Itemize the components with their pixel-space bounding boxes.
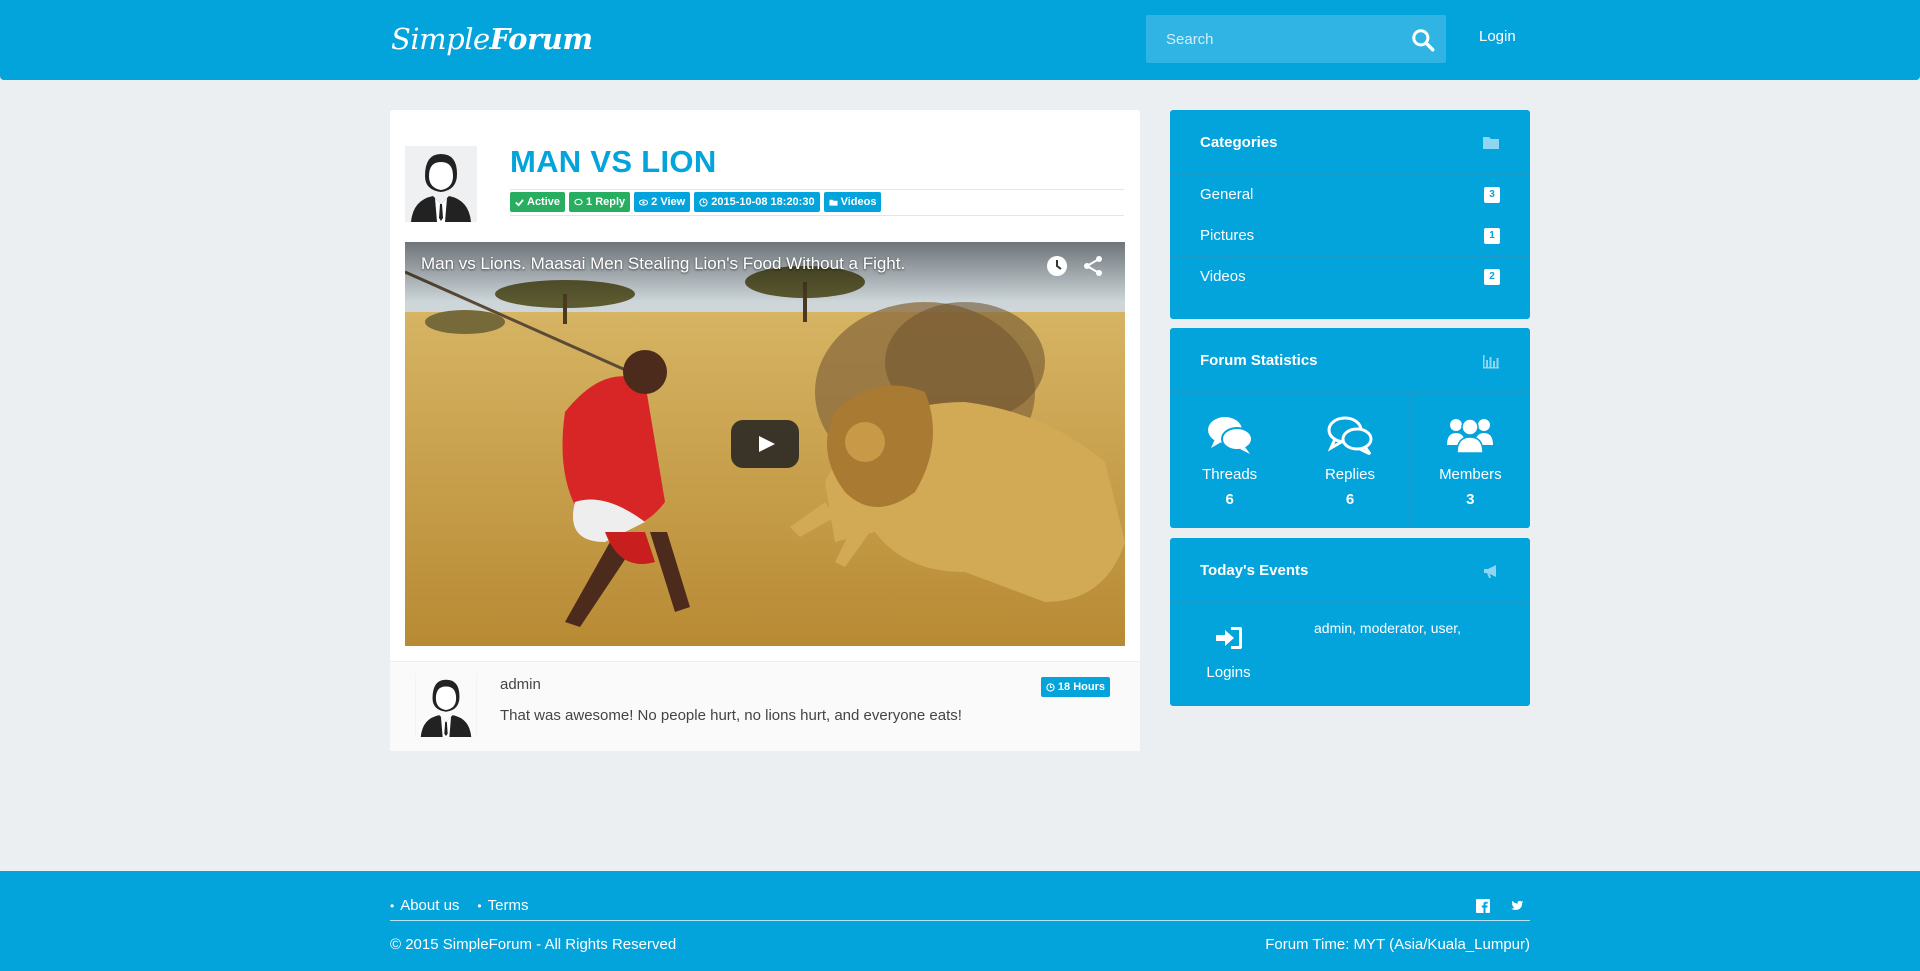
stat-label: Members: [1439, 466, 1502, 483]
reply-item: admin 18 Hours That was awesome! No peop…: [390, 661, 1140, 751]
video-title[interactable]: Man vs Lions. Maasai Men Stealing Lion's…: [421, 254, 905, 274]
stat-members: Members 3: [1411, 393, 1530, 526]
thread-card: MAN VS LION Active 1 Reply 2 View 2015-1…: [390, 110, 1140, 751]
footer: About us Terms © 2015 SimpleForum - All …: [0, 871, 1920, 971]
footer-link-about[interactable]: About us: [390, 897, 459, 914]
search-input[interactable]: [1146, 15, 1396, 63]
category-badge[interactable]: Videos: [823, 192, 882, 212]
thread-title: MAN VS LION: [510, 144, 717, 179]
clock-icon: [699, 197, 708, 207]
forum-time: Forum Time: MYT (Asia/Kuala_Lumpur): [1265, 936, 1530, 953]
search-icon[interactable]: [1410, 27, 1436, 53]
category-item-pictures[interactable]: Pictures 1: [1170, 216, 1530, 257]
category-count: 2: [1484, 269, 1500, 285]
status-badge: Active: [510, 192, 566, 212]
category-label: Videos: [1200, 268, 1246, 285]
stat-replies: Replies 6: [1290, 393, 1411, 526]
eye-icon: [639, 198, 649, 206]
clock-icon: [1046, 682, 1055, 692]
login-link[interactable]: Login: [1479, 28, 1516, 45]
statistics-panel: Forum Statistics Threads 6 Replies 6 Mem…: [1170, 328, 1530, 528]
events-title: Today's Events: [1200, 562, 1309, 579]
reply-avatar: [415, 673, 477, 737]
footer-divider: [390, 920, 1530, 921]
brand-logo[interactable]: SimpleForum: [391, 18, 593, 59]
stat-label: Threads: [1202, 466, 1258, 483]
meta-divider-bottom: [510, 215, 1124, 216]
comments-icon: [574, 198, 583, 205]
category-label: Pictures: [1200, 227, 1255, 244]
stat-value: 6: [1225, 491, 1234, 508]
stat-value: 3: [1466, 491, 1475, 508]
category-item-videos[interactable]: Videos 2: [1170, 257, 1530, 298]
comments-outline-icon: [1327, 416, 1373, 456]
folder-icon: [1483, 137, 1499, 149]
navbar: SimpleForum Login: [0, 0, 1920, 80]
video-player[interactable]: Man vs Lions. Maasai Men Stealing Lion's…: [405, 242, 1125, 646]
watch-later-icon[interactable]: [1045, 254, 1069, 278]
stat-value: 6: [1345, 491, 1355, 508]
meta-divider: [510, 189, 1124, 190]
category-count: 3: [1484, 187, 1500, 203]
users-icon: [1447, 418, 1494, 454]
thread-badges: Active 1 Reply 2 View 2015-10-08 18:20:3…: [510, 192, 882, 212]
categories-panel: Categories General 3 Pictures 1 Videos 2: [1170, 110, 1530, 319]
reply-author[interactable]: admin: [500, 676, 541, 693]
check-icon: [515, 198, 524, 207]
twitter-icon[interactable]: [1510, 899, 1524, 913]
social-links: [1476, 899, 1524, 913]
events-panel: Today's Events Logins admin, moderator, …: [1170, 538, 1530, 706]
replies-badge: 1 Reply: [569, 192, 631, 212]
categories-title: Categories: [1200, 134, 1278, 151]
category-item-general[interactable]: General 3: [1170, 175, 1530, 216]
footer-links: About us Terms: [390, 897, 528, 914]
logins-column: Logins: [1170, 603, 1288, 705]
events-body: Logins admin, moderator, user,: [1170, 603, 1530, 705]
search-box: [1146, 15, 1446, 63]
footer-link-terms[interactable]: Terms: [477, 897, 529, 914]
bar-chart-icon: [1483, 355, 1499, 369]
author-avatar: [405, 146, 477, 222]
bullhorn-icon: [1484, 565, 1496, 578]
logged-in-users: admin, moderator, user,: [1314, 620, 1462, 636]
play-icon: [759, 436, 775, 452]
comments-icon: [1207, 417, 1253, 454]
stat-label: Replies: [1324, 466, 1375, 483]
date-badge: 2015-10-08 18:20:30: [694, 192, 820, 212]
statistics-header: Forum Statistics: [1170, 328, 1530, 393]
categories-header: Categories: [1170, 110, 1530, 175]
statistics-title: Forum Statistics: [1200, 352, 1318, 369]
sign-in-icon: [1215, 627, 1242, 649]
facebook-icon[interactable]: [1476, 899, 1490, 913]
category-label: General: [1200, 186, 1254, 203]
statistics-body: Threads 6 Replies 6 Members 3: [1170, 393, 1530, 526]
views-badge: 2 View: [634, 192, 691, 212]
stat-threads: Threads 6: [1170, 393, 1291, 526]
share-icon[interactable]: [1081, 254, 1105, 278]
play-button[interactable]: [731, 420, 799, 468]
copyright-text: © 2015 SimpleForum - All Rights Reserved: [390, 936, 677, 953]
reply-time-badge: 18 Hours: [1040, 677, 1110, 697]
events-header: Today's Events: [1170, 538, 1530, 603]
logins-label: Logins: [1206, 664, 1251, 681]
category-count: 1: [1484, 228, 1500, 244]
reply-text: That was awesome! No people hurt, no lio…: [500, 707, 962, 724]
folder-icon: [829, 199, 838, 206]
